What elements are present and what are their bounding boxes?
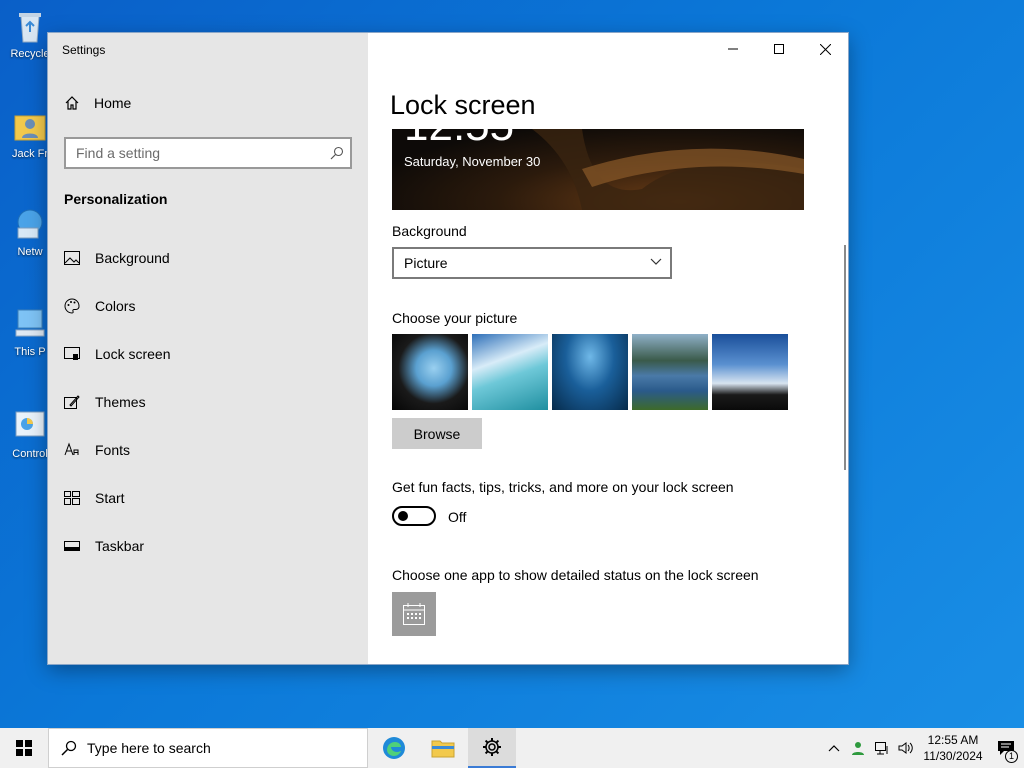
sidebar-item-background[interactable]: Background (48, 234, 368, 282)
themes-icon (64, 394, 80, 410)
network-tray-button[interactable] (870, 728, 894, 768)
picture-thumbnail[interactable] (472, 334, 548, 410)
sidebar-item-label: Fonts (95, 442, 131, 458)
sidebar-item-themes[interactable]: Themes (48, 378, 368, 426)
image-icon (64, 250, 80, 266)
sidebar-item-label: Start (95, 490, 125, 506)
home-icon (65, 96, 79, 110)
volume-tray-button[interactable] (894, 728, 918, 768)
lock-screen-page: Lock screen 12:55 Saturday, November 30 … (368, 33, 848, 664)
chevron-down-icon (650, 258, 662, 265)
sidebar-nav: Background Colors Lock screen Themes Fon… (48, 234, 368, 570)
choose-picture-label: Choose your picture (392, 310, 518, 326)
edge-icon (383, 737, 405, 759)
window-title: Settings (62, 43, 106, 57)
picture-thumbnail[interactable] (552, 334, 628, 410)
picture-thumbnail[interactable] (712, 334, 788, 410)
find-setting-input[interactable] (66, 139, 326, 167)
taskbar-search-placeholder: Type here to search (87, 740, 211, 756)
computer-icon (12, 306, 48, 342)
lock-screen-icon (64, 346, 80, 362)
taskbar-search[interactable]: Type here to search (48, 728, 368, 768)
network-icon (875, 742, 888, 755)
speaker-icon (898, 742, 913, 754)
search-icon (330, 146, 344, 160)
browse-button[interactable]: Browse (392, 418, 482, 449)
home-link[interactable]: Home (64, 95, 131, 111)
fonts-icon (64, 442, 80, 458)
gear-icon (483, 738, 501, 756)
detailed-status-label: Choose one app to show detailed status o… (392, 567, 759, 583)
calendar-icon (403, 603, 425, 625)
detailed-status-app-button[interactable] (392, 592, 436, 636)
chevron-up-icon (828, 745, 840, 752)
start-icon (64, 490, 80, 506)
network-icon (12, 206, 48, 242)
window-caption-buttons (710, 33, 848, 65)
sidebar-item-start[interactable]: Start (48, 474, 368, 522)
toggle-knob (398, 511, 408, 521)
start-button[interactable] (0, 728, 48, 768)
search-icon (61, 740, 77, 756)
lock-screen-preview: 12:55 Saturday, November 30 (392, 129, 804, 210)
find-setting-search (64, 137, 352, 169)
palette-icon (64, 298, 80, 314)
sidebar-item-colors[interactable]: Colors (48, 282, 368, 330)
windows-logo-icon (16, 740, 32, 756)
people-tray-button[interactable] (846, 728, 870, 768)
taskbar-app-edge[interactable] (370, 728, 418, 768)
fun-facts-toggle[interactable] (392, 506, 436, 526)
system-tray: 12:55 AM 11/30/2024 1 (822, 728, 1024, 768)
taskbar-clock[interactable]: 12:55 AM 11/30/2024 (918, 732, 988, 764)
sidebar-item-lock-screen[interactable]: Lock screen (48, 330, 368, 378)
folder-icon (431, 740, 455, 758)
picture-thumbnails (392, 334, 792, 410)
sidebar-item-label: Taskbar (95, 538, 145, 554)
background-label: Background (392, 223, 467, 239)
fun-facts-label: Get fun facts, tips, tricks, and more on… (392, 479, 734, 495)
clock-time: 12:55 AM (927, 733, 979, 747)
taskbar-icon (64, 538, 80, 554)
recycle-bin-icon (12, 8, 48, 44)
page-title: Lock screen (390, 90, 536, 120)
people-icon (852, 742, 864, 755)
control-panel-icon (12, 408, 48, 444)
settings-sidebar: Settings Home Personalization Background… (48, 33, 368, 664)
taskbar-app-file-explorer[interactable] (419, 728, 467, 768)
close-icon (819, 43, 831, 55)
sidebar-item-fonts[interactable]: Fonts (48, 426, 368, 474)
minimize-button[interactable] (710, 33, 756, 65)
scrollbar[interactable] (844, 245, 846, 470)
taskbar-app-settings[interactable] (468, 728, 516, 768)
fun-facts-state: Off (448, 509, 467, 525)
background-dropdown-value: Picture (404, 255, 448, 271)
picture-thumbnail[interactable] (632, 334, 708, 410)
sidebar-item-taskbar[interactable]: Taskbar (48, 522, 368, 570)
show-hidden-icons-button[interactable] (822, 728, 846, 768)
minimize-icon (728, 48, 738, 50)
user-folder-icon (12, 108, 48, 144)
maximize-button[interactable] (756, 33, 802, 65)
preview-time: 12:55 (404, 129, 514, 151)
sidebar-item-label: Colors (95, 298, 136, 314)
picture-thumbnail[interactable] (392, 334, 468, 410)
home-label: Home (94, 95, 132, 111)
notification-count: 1 (1005, 750, 1018, 763)
maximize-icon (774, 44, 784, 54)
section-title: Personalization (64, 191, 168, 207)
clock-date: 11/30/2024 (923, 749, 983, 763)
sidebar-item-label: Lock screen (95, 346, 171, 362)
taskbar: Type here to search 12:55 AM 11/30/2024 … (0, 728, 1024, 768)
preview-date: Saturday, November 30 (404, 154, 541, 169)
sidebar-item-label: Background (95, 250, 170, 266)
sidebar-item-label: Themes (95, 394, 146, 410)
close-button[interactable] (802, 33, 848, 65)
action-center-button[interactable]: 1 (988, 728, 1024, 768)
settings-window: Settings Home Personalization Background… (48, 33, 848, 664)
background-dropdown[interactable]: Picture (392, 247, 672, 279)
